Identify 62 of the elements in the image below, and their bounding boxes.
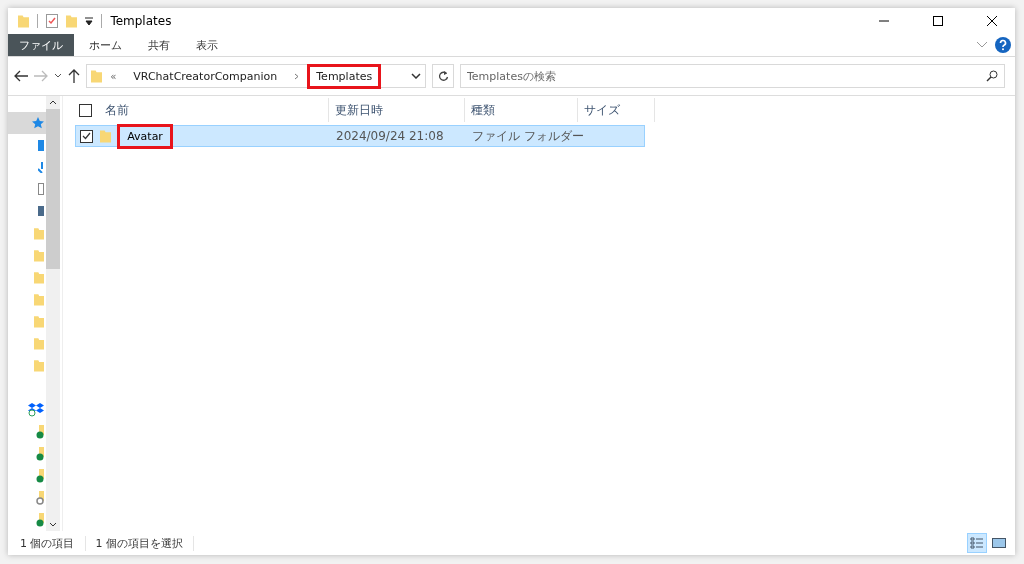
search-icon	[986, 70, 998, 82]
search-field[interactable]: Templatesの検索	[460, 64, 1005, 88]
new-folder-icon	[66, 14, 78, 28]
scroll-down-icon[interactable]	[49, 522, 57, 527]
back-arrow-icon[interactable]	[14, 70, 28, 82]
item-count: 1 個の項目	[20, 535, 86, 551]
recent-locations-icon[interactable]	[54, 73, 62, 79]
folder-icon	[33, 359, 44, 373]
folder-icon	[33, 270, 44, 284]
address-bar[interactable]: « VRChatCreatorCompanion Templates	[86, 64, 426, 88]
window-title: Templates	[110, 14, 173, 28]
synced-folder-icon[interactable]	[36, 512, 44, 527]
download-icon[interactable]	[38, 161, 44, 173]
large-icons-view-icon	[992, 537, 1006, 549]
folder-icon	[33, 248, 44, 262]
overflow-chevron[interactable]: «	[110, 70, 117, 82]
ribbon-tab[interactable]: 共有	[137, 34, 181, 56]
synced-folder-icon[interactable]	[36, 424, 44, 439]
help-icon[interactable]	[995, 37, 1011, 53]
customize-dropdown-icon[interactable]	[85, 17, 94, 25]
document-icon[interactable]	[38, 183, 44, 196]
expand-ribbon-icon[interactable]	[977, 42, 987, 48]
select-all-checkbox[interactable]	[79, 103, 92, 117]
details-view-icon	[970, 537, 984, 549]
dropdown-caret-icon[interactable]	[411, 73, 421, 79]
row-checkbox[interactable]	[80, 129, 93, 143]
pending-folder-icon[interactable]	[36, 490, 44, 505]
ribbon-tab[interactable]: ホーム	[78, 34, 133, 56]
folder-icon	[33, 314, 44, 328]
scroll-up-icon[interactable]	[49, 100, 57, 105]
folder-icon	[33, 337, 44, 350]
refresh-icon[interactable]	[437, 70, 449, 82]
breadcrumb-item[interactable]: Templates	[307, 63, 382, 89]
monitor-icon[interactable]	[38, 139, 44, 151]
breadcrumb-item[interactable]: VRChatCreatorCompanion	[124, 63, 287, 89]
synced-folder-icon[interactable]	[36, 446, 44, 461]
file-row[interactable]: Avatar 2024/09/24 21:08 ファイル フォルダー	[75, 125, 645, 147]
column-header[interactable]: 更新日時	[329, 98, 465, 122]
ribbon-tab[interactable]: 表示	[185, 34, 229, 56]
column-header[interactable]: サイズ	[578, 98, 655, 122]
chevron-right-icon[interactable]	[294, 72, 300, 80]
folder-icon	[33, 292, 44, 306]
file-name: Avatar	[117, 123, 173, 149]
folder-icon	[91, 69, 103, 83]
synced-folder-icon[interactable]	[36, 468, 44, 483]
scrollbar[interactable]	[46, 96, 60, 531]
up-arrow-icon[interactable]	[68, 69, 80, 83]
column-header[interactable]: 種類	[465, 98, 578, 122]
folder-icon	[33, 226, 44, 240]
modified-date: 2024/09/24 21:08	[335, 129, 445, 143]
maximize-icon[interactable]	[933, 16, 943, 26]
column-header[interactable]: 名前	[99, 98, 329, 122]
refresh-button[interactable]	[432, 64, 454, 88]
picture-icon[interactable]	[38, 206, 44, 217]
close-icon[interactable]	[987, 16, 997, 26]
dropbox-icon[interactable]	[28, 402, 44, 417]
properties-icon[interactable]	[46, 14, 59, 28]
folder-icon	[18, 14, 30, 28]
selection-count: 1 個の項目を選択	[95, 535, 194, 551]
folder-icon	[100, 129, 112, 143]
view-button[interactable]	[967, 533, 987, 553]
star-icon[interactable]	[32, 117, 44, 129]
